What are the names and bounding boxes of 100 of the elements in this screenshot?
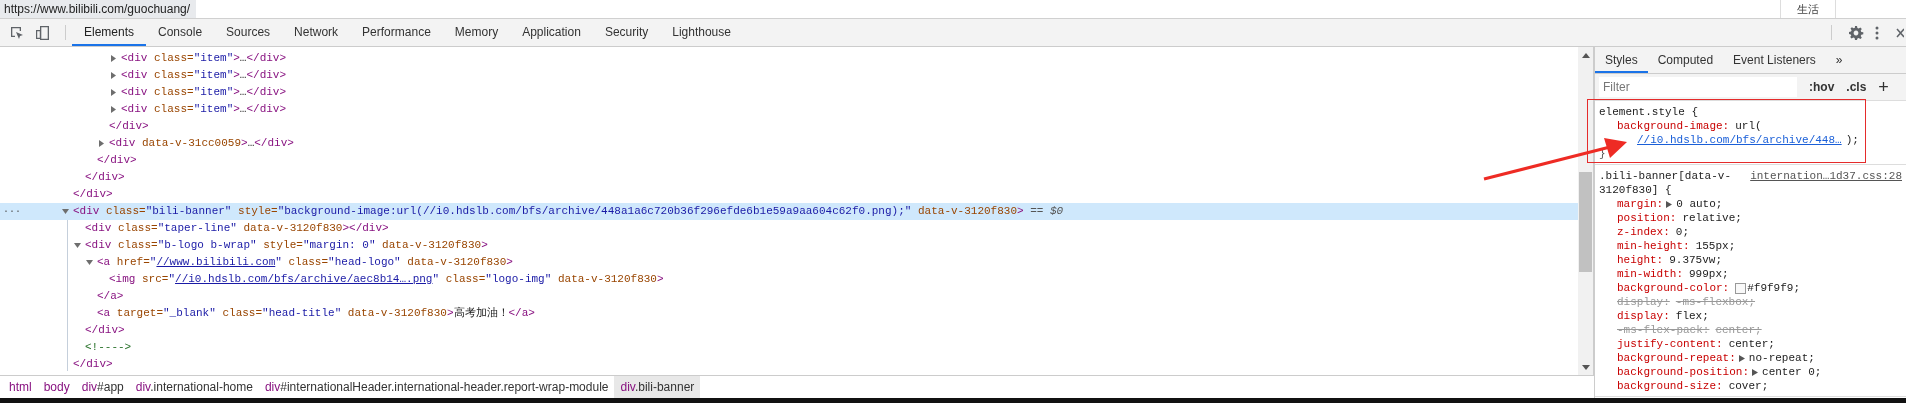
panel-tab[interactable]: Memory <box>442 19 511 46</box>
dom-line: </a> <box>97 289 124 304</box>
breadcrumb-item[interactable]: div#app <box>75 376 130 398</box>
toggle-button[interactable]: :hov <box>1809 80 1835 94</box>
color-swatch[interactable] <box>1735 282 1747 294</box>
css-property-value: relative; <box>1682 211 1742 225</box>
css-property-name: justify-content: <box>1617 337 1723 351</box>
css-property-value: ); <box>1845 133 1859 147</box>
expand-arrow-icon[interactable] <box>110 106 117 113</box>
css-property-value: #f9f9f9; <box>1747 281 1801 295</box>
expand-arrow-icon[interactable] <box>110 55 117 62</box>
panel-tab[interactable]: Performance <box>350 19 443 46</box>
css-property-name: height: <box>1617 253 1664 267</box>
dom-line: <div class="b-logo b-wrap" style="margin: 0" data-v-3120f830> <box>85 238 488 253</box>
styles-tab[interactable]: Computed <box>1647 47 1724 73</box>
css-property-name: background-repeat: <box>1617 351 1736 365</box>
expand-arrow-icon[interactable] <box>110 89 117 96</box>
css-property-value: 155px; <box>1695 239 1736 253</box>
expand-arrow-icon[interactable] <box>1666 200 1673 208</box>
settings-icon[interactable] <box>1848 24 1864 41</box>
panel-tab[interactable]: Network <box>282 19 351 46</box>
breadcrumb-item[interactable]: body <box>37 376 76 398</box>
dom-line: </div> <box>109 119 149 134</box>
scrollbar-thumb[interactable] <box>1579 172 1592 272</box>
dom-link[interactable]: //i0.hdslb.com/bfs/archive/aec8b14….png <box>175 273 433 285</box>
css-selector: element.style { <box>1599 105 1699 119</box>
dom-line: </div> <box>73 187 113 202</box>
css-property-value: center 0; <box>1762 365 1822 379</box>
scroll-up-icon[interactable] <box>1581 53 1590 58</box>
dom-line: <div data-v-31cc0059>…</div> <box>109 136 294 151</box>
panel-tab[interactable]: Lighthouse <box>660 19 743 46</box>
dom-line: <div class="item">…</div> <box>121 68 287 83</box>
expand-arrow-icon[interactable] <box>62 208 69 215</box>
css-property-name: display: <box>1617 295 1670 309</box>
expand-arrow-icon[interactable] <box>1738 354 1745 362</box>
add-rule-button[interactable]: + <box>1878 78 1889 96</box>
css-selector: .bili-banner[data-v-3120f830] { <box>1599 169 1733 197</box>
css-property-name: display: <box>1617 309 1670 323</box>
breadcrumb-item[interactable]: div.bili-banner <box>614 376 701 398</box>
panel-tab[interactable]: Console <box>146 19 215 46</box>
css-property-name: z-index: <box>1617 225 1670 239</box>
expand-arrow-icon[interactable] <box>74 242 81 249</box>
css-property-value: 999px; <box>1689 267 1729 281</box>
css-property-name: position: <box>1617 211 1677 225</box>
panel-tab[interactable]: Sources <box>214 19 283 46</box>
css-property-value: center; <box>1715 323 1762 337</box>
expand-arrow-icon[interactable] <box>1752 368 1759 376</box>
panel-tab[interactable]: Application <box>510 19 593 46</box>
dom-line: </div> <box>73 357 113 372</box>
dom-line: <a href="//www.bilibili.com" class="head-logo" data-v-3120f830> <box>97 255 513 270</box>
dom-line: <div class="item">…</div> <box>121 85 287 100</box>
css-property-value: 0 auto; <box>1676 197 1723 211</box>
device-toggle-icon[interactable] <box>35 24 51 41</box>
dom-line: <img src="//i0.hdslb.com/bfs/archive/aec8b14….png" class="logo-img" data-v-3120f830> <box>109 272 664 287</box>
more-tabs-button[interactable]: » <box>1825 47 1853 73</box>
css-property-name: margin: <box>1617 197 1664 211</box>
dom-line: <!----> <box>85 340 132 355</box>
panel-tab[interactable]: Elements <box>72 19 147 46</box>
styles-tab[interactable]: Event Listeners <box>1723 47 1826 73</box>
url-link[interactable]: //i0.hdslb.com/bfs/archive/448… <box>1637 133 1842 147</box>
expand-arrow-icon[interactable] <box>86 259 93 266</box>
row-menu-dots[interactable]: ··· <box>3 206 21 217</box>
source-link[interactable]: internation…1d37.css:28 <box>1750 169 1902 183</box>
css-property-name: background-color: <box>1617 281 1730 295</box>
breadcrumb-item[interactable]: html <box>3 376 38 398</box>
css-property-name: min-height: <box>1617 239 1690 253</box>
close-icon[interactable] <box>1896 27 1904 38</box>
dom-line: <div class="taper-line" data-v-3120f830></div> <box>85 221 389 236</box>
menu-icon[interactable] <box>1874 24 1880 41</box>
filter-field[interactable]: Filter <box>1599 77 1797 97</box>
dom-line: <div class="item">…</div> <box>121 102 287 117</box>
css-property-value: 0; <box>1675 225 1689 239</box>
css-property-name: background-image: <box>1617 119 1730 133</box>
inspect-icon[interactable] <box>9 24 25 41</box>
dom-link[interactable]: //www.bilibili.com <box>156 256 276 268</box>
dom-line: <div class="item">…</div> <box>121 51 287 66</box>
dom-line: </div> <box>85 170 125 185</box>
dom-line: </div> <box>97 153 137 168</box>
css-property-value: center; <box>1728 337 1775 351</box>
expand-arrow-icon[interactable] <box>98 140 105 147</box>
page-tab[interactable]: 生活 <box>1780 0 1836 18</box>
url-text: https://www.bilibili.com/guochuang/ <box>0 0 197 18</box>
css-property-value: flex; <box>1675 309 1709 323</box>
breadcrumb-item[interactable]: div.international-home <box>129 376 259 398</box>
css-property-value: no-repeat; <box>1748 351 1815 365</box>
css-property-name: background-size: <box>1617 379 1723 393</box>
css-property-name: background-position: <box>1617 365 1750 379</box>
css-property-value: -ms-flexbox; <box>1675 295 1756 309</box>
dom-line: </div> <box>85 323 125 338</box>
css-property-value: cover; <box>1728 379 1769 393</box>
toggle-button[interactable]: .cls <box>1846 80 1867 94</box>
dom-line: <a target="_blank" class="head-title" data-v-3120f830>高考加油！</a> <box>97 306 535 321</box>
expand-arrow-icon[interactable] <box>110 72 117 79</box>
dom-line: <div class="bili-banner" style="background-image:url(//i0.hdslb.com/bfs/archive/448a1a6c720b36f296efde6b1e59a9aa604c62f0.png);" data-v-3120f830> == $0 <box>73 204 1064 219</box>
breadcrumb-item[interactable]: div#internationalHeader.international-header.report-wrap-module <box>258 376 615 398</box>
css-property-name: -ms-flex-pack: <box>1617 323 1710 337</box>
panel-tab[interactable]: Security <box>592 19 661 46</box>
scroll-down-icon[interactable] <box>1581 365 1590 370</box>
css-property-value: url( <box>1735 119 1762 133</box>
css-property-name: min-width: <box>1617 267 1683 281</box>
